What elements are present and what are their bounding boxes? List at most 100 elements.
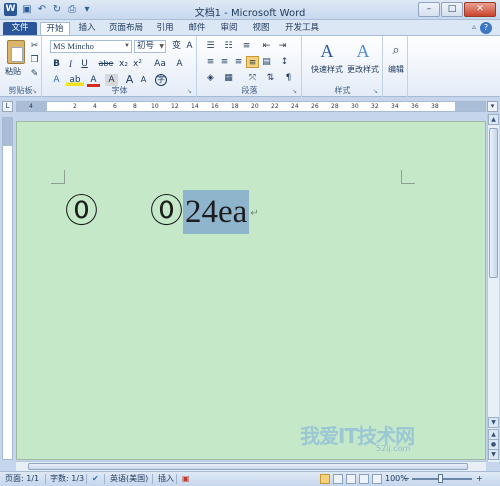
insert-mode-status[interactable]: 插入 <box>158 472 174 486</box>
horizontal-scrollbar[interactable] <box>16 461 486 471</box>
vertical-scroll-thumb[interactable] <box>489 128 498 278</box>
scroll-down-icon[interactable]: ▼ <box>488 417 499 428</box>
quick-styles-label[interactable]: 快速样式 <box>308 64 346 75</box>
zoom-slider-knob[interactable] <box>438 474 443 483</box>
superscript-button[interactable]: x² <box>131 58 144 70</box>
tab-review[interactable]: 审阅 <box>216 22 242 35</box>
zoom-out-button[interactable]: − <box>403 472 410 486</box>
show-marks-icon[interactable]: ¶ <box>282 72 295 84</box>
document-page[interactable]: ⓪ ⓪24ea ↵ <box>16 121 486 460</box>
status-divider <box>152 474 153 484</box>
watermark-url: 52ij.com <box>376 444 411 453</box>
subscript-button[interactable]: x₂ <box>117 58 130 70</box>
outline-view-icon[interactable] <box>359 474 369 484</box>
align-right-icon[interactable]: ≡ <box>232 56 245 68</box>
ruler-tick: 36 <box>411 103 419 110</box>
multilevel-list-icon[interactable]: ≡ <box>240 40 253 52</box>
horizontal-ruler[interactable]: 4 2 4 6 8 10 12 14 16 18 20 22 24 26 28 … <box>16 101 486 112</box>
web-layout-view-icon[interactable] <box>346 474 356 484</box>
tab-developer[interactable]: 开发工具 <box>280 22 324 35</box>
tab-home[interactable]: 开始 <box>40 22 70 35</box>
vertical-ruler[interactable] <box>2 117 13 460</box>
font-name-combobox[interactable]: MS Mincho ▼ <box>50 40 132 53</box>
selected-text[interactable]: 24ea <box>183 190 250 234</box>
change-case-button[interactable]: Aa <box>151 58 169 70</box>
chinese-layout-icon[interactable]: ⤧ <box>246 72 259 84</box>
tab-file[interactable]: 文件 <box>3 22 37 35</box>
paste-button-label[interactable]: 粘贴 <box>5 66 21 77</box>
crop-mark-top-left <box>51 170 65 184</box>
format-painter-icon[interactable]: ✎ <box>28 68 41 80</box>
draft-view-icon[interactable] <box>372 474 382 484</box>
maximize-icon: □ <box>447 4 457 14</box>
title-bar: W ▣ ↶ ↻ ⎙ ▾ 文档1 - Microsoft Word – □ ✕ <box>0 0 500 20</box>
zoom-in-button[interactable]: + <box>476 472 483 486</box>
bullets-icon[interactable]: ☰ <box>204 40 217 52</box>
view-ruler-icon[interactable]: ▾ <box>487 101 498 112</box>
editing-button-label[interactable]: 编辑 <box>377 64 415 75</box>
align-left-icon[interactable]: ≡ <box>204 56 217 68</box>
minimize-ribbon-icon[interactable]: ▵ <box>472 22 476 31</box>
enclosed-character[interactable]: ⓪ <box>150 190 183 234</box>
maximize-button[interactable]: □ <box>441 2 463 17</box>
paragraph-mark: ↵ <box>250 208 259 220</box>
tab-references[interactable]: 引用 <box>152 22 178 35</box>
word-count-status[interactable]: 字数: 1/3 <box>50 472 84 486</box>
phonetic-guide-icon[interactable]: 变 <box>170 40 183 52</box>
decrease-indent-icon[interactable]: ⇤ <box>260 40 273 52</box>
proofing-icon[interactable]: ✔ <box>92 472 99 486</box>
tab-selector[interactable]: L <box>2 101 13 112</box>
sort-icon[interactable]: ⇅ <box>264 72 277 84</box>
font-size-combobox[interactable]: 初号 ▼ <box>134 40 166 53</box>
borders-icon[interactable]: ▦ <box>222 72 235 84</box>
clear-format-icon[interactable]: A <box>173 58 186 70</box>
full-screen-view-icon[interactable] <box>333 474 343 484</box>
vertical-scrollbar[interactable]: ▲ ▼ ▲ ● ▼ <box>487 114 499 462</box>
tab-page-layout[interactable]: 页面布局 <box>104 22 148 35</box>
underline-button[interactable]: U <box>78 58 91 70</box>
page-count-status[interactable]: 页面: 1/1 <box>5 472 39 486</box>
strikethrough-button[interactable]: abe <box>97 58 115 70</box>
tab-insert[interactable]: 插入 <box>74 22 100 35</box>
minimize-icon: – <box>426 4 432 14</box>
cut-icon[interactable]: ✂ <box>28 40 41 52</box>
line-spacing-icon[interactable]: ↕ <box>278 56 291 68</box>
char-border-icon[interactable]: A <box>183 40 196 52</box>
find-icon[interactable]: ⌕ <box>387 42 405 60</box>
print-layout-view-icon[interactable] <box>320 474 330 484</box>
justify-icon[interactable]: ≡ <box>246 56 259 68</box>
bold-button[interactable]: B <box>50 58 63 70</box>
numbering-icon[interactable]: ☷ <box>222 40 235 52</box>
paste-icon[interactable] <box>7 40 25 64</box>
tab-mailings[interactable]: 邮件 <box>184 22 210 35</box>
increase-indent-icon[interactable]: ⇥ <box>276 40 289 52</box>
help-icon[interactable]: ? <box>480 22 492 34</box>
macro-record-icon[interactable]: ▣ <box>182 472 190 486</box>
document-line[interactable]: ⓪ ⓪24ea ↵ <box>65 190 259 236</box>
distributed-icon[interactable]: ▤ <box>260 56 273 68</box>
ruler-tick: 32 <box>371 103 379 110</box>
change-styles-icon[interactable]: A <box>349 40 377 62</box>
minimize-button[interactable]: – <box>418 2 440 17</box>
language-status[interactable]: 英语(美国) <box>110 472 148 486</box>
horizontal-scroll-thumb[interactable] <box>28 463 468 470</box>
shading-icon[interactable]: ◈ <box>204 72 217 84</box>
styles-launcher-icon[interactable]: ↘ <box>373 88 380 95</box>
status-divider <box>86 474 87 484</box>
scroll-up-icon[interactable]: ▲ <box>488 114 499 125</box>
font-name-value: MS Mincho <box>53 41 94 51</box>
tab-view[interactable]: 视图 <box>248 22 274 35</box>
close-button[interactable]: ✕ <box>464 2 496 17</box>
clipboard-launcher-icon[interactable]: ↘ <box>32 88 39 95</box>
next-page-icon[interactable]: ▼ <box>488 449 499 460</box>
ruler-tick: 34 <box>391 103 399 110</box>
paragraph-launcher-icon[interactable]: ↘ <box>292 88 299 95</box>
align-center-icon[interactable]: ≡ <box>218 56 231 68</box>
ruler-tick: 10 <box>151 103 159 110</box>
font-launcher-icon[interactable]: ↘ <box>187 88 194 95</box>
enclosed-character[interactable]: ⓪ <box>65 190 98 234</box>
ruler-tick: 4 <box>29 103 33 110</box>
copy-icon[interactable]: ❐ <box>28 54 41 66</box>
quick-styles-icon[interactable]: A <box>313 40 341 62</box>
italic-button[interactable]: I <box>64 58 77 70</box>
